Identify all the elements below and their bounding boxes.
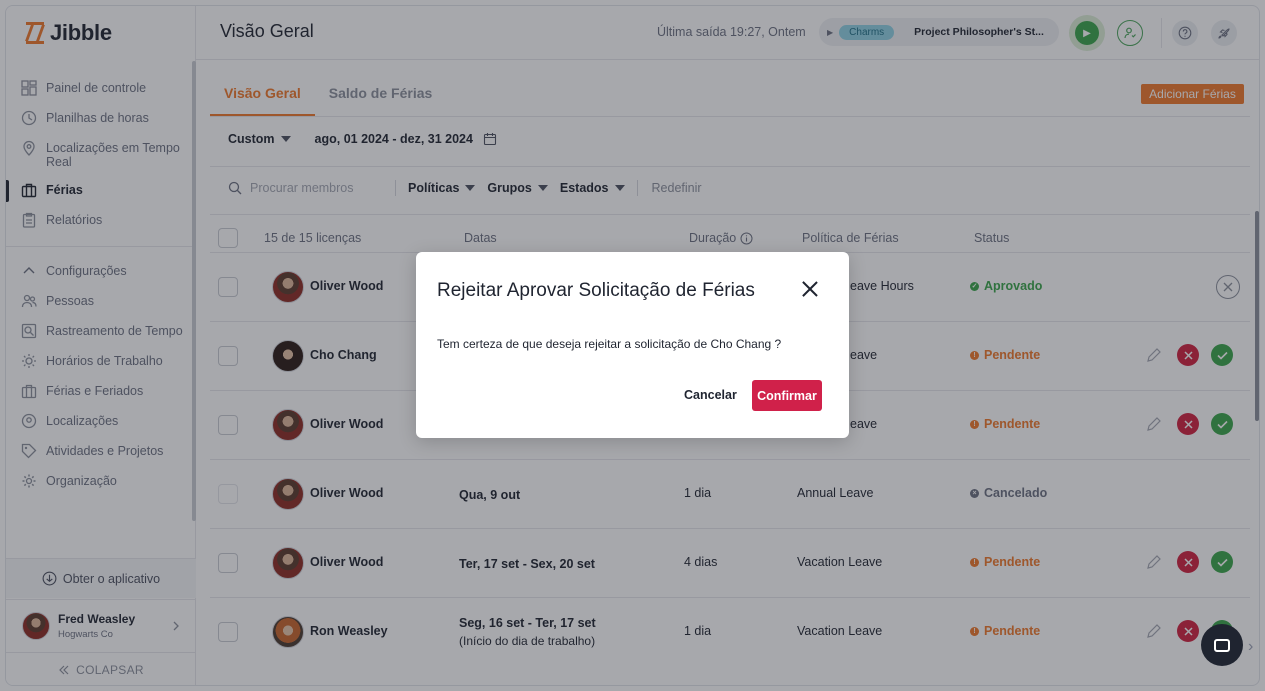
chevron-right-icon[interactable]: ›: [1248, 638, 1253, 656]
close-icon[interactable]: [800, 279, 820, 299]
reject-dialog: Rejeitar Aprovar Solicitação de Férias T…: [416, 252, 849, 438]
cancel-button[interactable]: Cancelar: [684, 388, 737, 402]
chat-button[interactable]: [1201, 624, 1243, 666]
confirm-button[interactable]: Confirmar: [752, 380, 822, 411]
dialog-message: Tem certeza de que deseja rejeitar a sol…: [437, 337, 782, 351]
dialog-title: Rejeitar Aprovar Solicitação de Férias: [437, 280, 755, 301]
chat-icon: [1214, 638, 1230, 652]
